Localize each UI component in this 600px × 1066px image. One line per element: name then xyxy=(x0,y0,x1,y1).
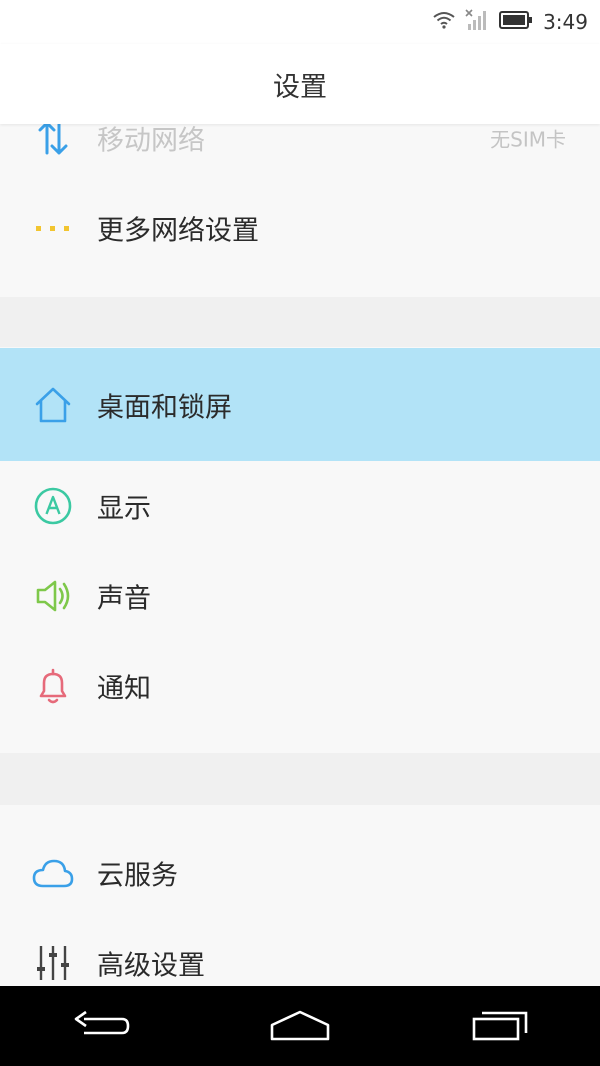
status-bar: 3:49 xyxy=(0,0,600,44)
cloud-icon xyxy=(30,850,76,896)
recents-icon[interactable] xyxy=(460,996,540,1056)
settings-item-label: 云服务 xyxy=(97,860,178,892)
settings-item-display[interactable]: 显示 xyxy=(0,461,600,551)
settings-item-label: 显示 xyxy=(97,493,151,525)
no-signal-icon xyxy=(465,8,489,36)
section-divider xyxy=(0,297,600,347)
settings-item-more-network[interactable]: 更多网络设置 xyxy=(0,183,600,273)
settings-item-label: 更多网络设置 xyxy=(97,215,259,247)
wifi-icon xyxy=(433,11,455,33)
status-icons: 3:49 xyxy=(433,8,588,36)
settings-item-label: 通知 xyxy=(97,673,151,705)
page-title: 设置 xyxy=(273,71,327,103)
settings-item-label: 高级设置 xyxy=(97,950,205,982)
bell-icon xyxy=(30,663,76,709)
display-icon xyxy=(30,483,76,529)
settings-item-label: 移动网络 xyxy=(97,125,205,157)
home-icon xyxy=(30,382,76,428)
settings-item-label: 桌面和锁屏 xyxy=(97,392,232,423)
sliders-icon xyxy=(30,940,76,986)
title-bar: 设置 xyxy=(0,44,600,124)
settings-item-notification[interactable]: 通知 xyxy=(0,641,600,731)
speaker-icon xyxy=(30,573,76,619)
settings-item-sound[interactable]: 声音 xyxy=(0,551,600,641)
home-nav-icon[interactable] xyxy=(260,996,340,1056)
back-icon[interactable] xyxy=(60,996,140,1056)
more-dots-icon xyxy=(30,205,76,251)
sim-status-value: 无SIM卡 xyxy=(490,127,566,152)
section-divider xyxy=(0,753,600,805)
settings-item-cloud[interactable]: 云服务 xyxy=(0,828,600,918)
navigation-bar xyxy=(0,986,600,1066)
battery-icon xyxy=(499,10,533,34)
settings-item-label: 声音 xyxy=(97,583,151,615)
settings-item-desktop-lockscreen[interactable]: 桌面和锁屏 xyxy=(0,348,600,461)
status-time: 3:49 xyxy=(543,10,588,34)
